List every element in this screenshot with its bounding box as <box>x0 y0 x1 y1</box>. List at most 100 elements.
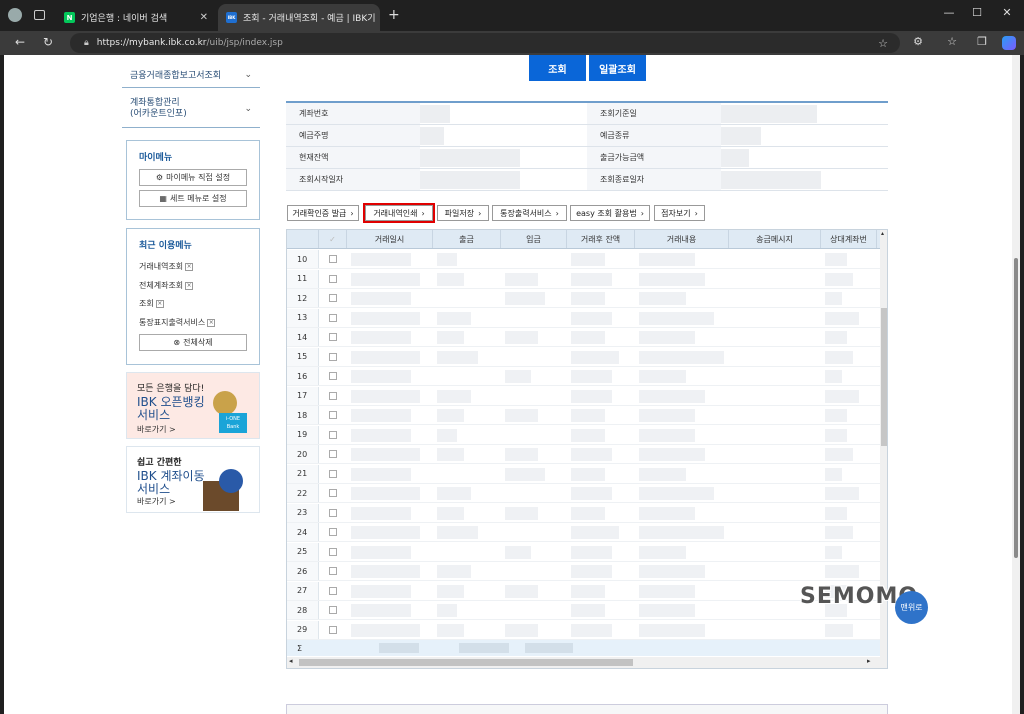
close-icon[interactable]: ✕ <box>200 12 208 23</box>
row-checkbox[interactable] <box>319 562 347 580</box>
table-row[interactable]: 25 <box>287 542 881 562</box>
table-row[interactable]: 23 <box>287 503 881 523</box>
row-checkbox[interactable] <box>319 406 347 424</box>
window-close-icon[interactable]: ✕ <box>992 6 1022 19</box>
header-deposit[interactable]: 입금 <box>501 230 567 248</box>
row-checkbox[interactable] <box>319 445 347 463</box>
header-description[interactable]: 거래내용 <box>635 230 729 248</box>
copilot-icon[interactable] <box>1002 36 1016 50</box>
row-checkbox[interactable] <box>319 621 347 639</box>
search-button[interactable]: 조회 <box>529 55 586 81</box>
remove-icon[interactable]: × <box>155 299 164 308</box>
checkbox-box[interactable] <box>329 450 337 459</box>
row-checkbox[interactable] <box>319 270 347 288</box>
scroll-top-button[interactable]: 맨위로 <box>895 591 928 624</box>
save-file-button[interactable]: 파일저장 › <box>437 205 489 221</box>
row-checkbox[interactable] <box>319 328 347 346</box>
scroll-right-icon[interactable]: ▸ <box>867 657 871 665</box>
checkbox-box[interactable] <box>329 255 337 264</box>
bulk-search-button[interactable]: 일괄조회 <box>589 55 646 81</box>
open-banking-banner[interactable]: 모든 은행을 담다! IBK 오픈뱅킹 서비스 바로가기 > i-ONE Ban… <box>126 372 260 439</box>
row-checkbox[interactable] <box>319 601 347 619</box>
checkbox-box[interactable] <box>329 411 337 420</box>
table-row[interactable]: 16 <box>287 367 881 387</box>
braille-view-button[interactable]: 점자보기 › <box>654 205 705 221</box>
profile-avatar[interactable] <box>8 8 22 22</box>
checkbox-box[interactable] <box>329 567 337 576</box>
maximize-icon[interactable]: ☐ <box>962 6 992 19</box>
table-row[interactable]: 29 <box>287 620 881 640</box>
favorites-icon[interactable]: ☆ <box>942 35 962 48</box>
checkbox-box[interactable] <box>329 606 337 615</box>
header-message[interactable]: 송금메시지 <box>729 230 821 248</box>
back-icon[interactable]: ← <box>10 35 30 49</box>
new-tab-icon[interactable]: + <box>388 7 400 23</box>
recent-item[interactable]: 통장표지출력서비스 × <box>139 317 216 328</box>
print-history-button[interactable]: 거래내역인쇄 › <box>363 203 435 223</box>
header-check-all[interactable]: ✓ <box>319 230 347 248</box>
banner-link[interactable]: 바로가기 > <box>137 424 176 435</box>
row-checkbox[interactable] <box>319 387 347 405</box>
remove-icon[interactable]: × <box>207 318 216 327</box>
recent-item[interactable]: 조회 × <box>139 298 164 309</box>
scroll-thumb[interactable] <box>299 659 633 666</box>
checkbox-box[interactable] <box>329 352 337 361</box>
reload-icon[interactable]: ↻ <box>38 35 58 49</box>
table-row[interactable]: 13 <box>287 308 881 328</box>
checkbox-box[interactable] <box>329 333 337 342</box>
issue-certificate-button[interactable]: 거래확인증 발급 › <box>287 205 359 221</box>
checkbox-box[interactable] <box>329 294 337 303</box>
menu-account-info[interactable]: 계좌통합관리 (어카운트인포) ⌄ <box>122 90 260 128</box>
remove-icon[interactable]: × <box>185 281 194 290</box>
table-row[interactable]: 15 <box>287 347 881 367</box>
collections-icon[interactable]: ❐ <box>972 35 992 48</box>
easy-guide-button[interactable]: easy 조회 활용법 › <box>570 205 650 221</box>
checkbox-box[interactable] <box>329 469 337 478</box>
row-checkbox[interactable] <box>319 309 347 327</box>
delete-all-button[interactable]: ⊗ 전체삭제 <box>139 334 247 351</box>
url-field[interactable]: 🔒︎ https://mybank.ibk.co.kr /uib/jsp/ind… <box>70 33 900 53</box>
tab-ibk-inquiry[interactable]: IBK 조회 - 거래내역조회 - 예금 | IBK기 ✕ <box>218 4 380 31</box>
table-row[interactable]: 27 <box>287 581 881 601</box>
row-checkbox[interactable] <box>319 348 347 366</box>
table-row[interactable]: 21 <box>287 464 881 484</box>
table-row[interactable]: 12 <box>287 289 881 309</box>
table-row[interactable]: 17 <box>287 386 881 406</box>
account-transfer-banner[interactable]: 쉽고 간편한 IBK 계좌이동 서비스 바로가기 > <box>126 446 260 513</box>
row-checkbox[interactable] <box>319 484 347 502</box>
row-checkbox[interactable] <box>319 543 347 561</box>
table-row[interactable]: 18 <box>287 406 881 426</box>
scroll-left-icon[interactable]: ◂ <box>289 657 293 665</box>
scroll-thumb[interactable] <box>1014 258 1018 558</box>
favorite-star-icon[interactable]: ☆ <box>878 37 888 50</box>
checkbox-box[interactable] <box>329 430 337 439</box>
checkbox-box[interactable] <box>329 274 337 283</box>
extensions-icon[interactable]: ⚙ <box>908 35 928 48</box>
row-checkbox[interactable] <box>319 465 347 483</box>
table-row[interactable]: 28 <box>287 601 881 621</box>
banner-link[interactable]: 바로가기 > <box>137 496 176 507</box>
minimize-icon[interactable]: — <box>934 6 964 19</box>
table-row[interactable]: 10 <box>287 250 881 270</box>
header-withdraw[interactable]: 출금 <box>433 230 501 248</box>
table-row[interactable]: 22 <box>287 484 881 504</box>
row-checkbox[interactable] <box>319 523 347 541</box>
grid-horizontal-scrollbar[interactable]: ◂ ▸ <box>287 657 887 668</box>
scroll-thumb[interactable] <box>881 308 887 446</box>
row-checkbox[interactable] <box>319 426 347 444</box>
checkbox-box[interactable] <box>329 508 337 517</box>
row-checkbox[interactable] <box>319 289 347 307</box>
scroll-up-icon[interactable]: ▴ <box>881 230 884 237</box>
row-checkbox[interactable] <box>319 504 347 522</box>
remove-icon[interactable]: × <box>185 262 194 271</box>
tab-naver-search[interactable]: N 기업은행 : 네이버 검색 ✕ <box>56 4 218 31</box>
checkbox-box[interactable] <box>329 372 337 381</box>
header-balance[interactable]: 거래후 잔액 <box>567 230 635 248</box>
my-menu-direct-button[interactable]: ⚙ 마이메뉴 직접 설정 <box>139 169 247 186</box>
row-checkbox[interactable] <box>319 582 347 600</box>
checkbox-box[interactable] <box>329 313 337 322</box>
tab-actions-icon[interactable] <box>34 10 45 20</box>
checkbox-box[interactable] <box>329 391 337 400</box>
table-row[interactable]: 19 <box>287 425 881 445</box>
checkbox-box[interactable] <box>329 547 337 556</box>
